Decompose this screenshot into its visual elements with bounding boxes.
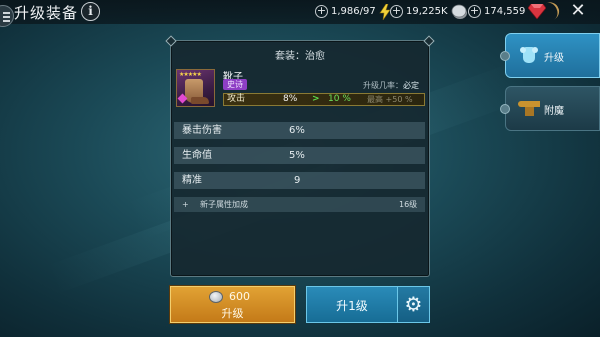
add-energy-button[interactable]: + (315, 5, 328, 18)
stat-label: 暴击伤害 (182, 125, 222, 136)
stat-row: 生命值 5% (174, 147, 425, 164)
page-title: 升级装备 (14, 4, 79, 22)
upgrade-chance: 升级几率：必定 (363, 81, 419, 90)
tab-enchant[interactable]: 附魔 (500, 86, 600, 131)
add-silver-button[interactable]: + (390, 5, 403, 18)
substat-bonus-label: 新子属性加成 (200, 200, 248, 209)
upgrade-label: 升级 (221, 307, 244, 320)
primary-stat-row: 攻击 8% > 10 % 最高 +50 % (223, 93, 425, 106)
stat-value: 5% (289, 150, 305, 161)
rarity-badge: 史诗 (223, 79, 247, 90)
armor-icon (520, 45, 538, 65)
plus-icon: + (182, 200, 189, 209)
energy-resource: + 1,986/97 (315, 3, 391, 20)
stat-label: 精准 (182, 175, 202, 186)
set-title: 套装：治愈 (275, 51, 325, 62)
gear-icon: ⚙ (404, 292, 423, 316)
substat-bonus-level: 16级 (399, 200, 418, 209)
primary-stat-max: 最高 +50 % (367, 95, 413, 104)
menu-button[interactable] (0, 5, 14, 27)
stat-label: 生命值 (182, 150, 212, 161)
lightning-icon (379, 3, 391, 20)
silver-coin-icon (451, 4, 467, 19)
substat-bonus-row: + 新子属性加成 16级 (174, 197, 425, 212)
level-up-label: 升1级 (336, 299, 368, 313)
upgrade-button[interactable]: 600 升级 (170, 286, 295, 323)
energy-value: 1,986/97 (331, 6, 376, 17)
tab-upgrade[interactable]: 升级 (500, 33, 600, 78)
tab-label: 附魔 (544, 106, 564, 117)
stat-row: 暴击伤害 6% (174, 122, 425, 139)
level-up-button[interactable]: 升1级 (306, 286, 398, 323)
tab-label: 升级 (544, 53, 564, 64)
silver-coin-icon (209, 291, 223, 303)
top-bar: 升级装备 i + 1,986/97 + 19,225K + 174,559 ✕ (0, 0, 600, 27)
stat-row: 精准 9 (174, 172, 425, 189)
anvil-icon (518, 101, 540, 117)
silver-value: 19,225K (406, 6, 448, 17)
upgrade-cost: 600 (229, 290, 250, 303)
item-thumbnail[interactable]: ★★★★★ (176, 69, 215, 107)
primary-stat-label: 攻击 (227, 94, 246, 104)
arrow-right-icon: > (312, 94, 320, 104)
gem-resource: + 174,559 (468, 3, 547, 20)
stat-value: 9 (294, 175, 301, 186)
info-button[interactable]: i (81, 2, 100, 21)
stat-value: 6% (289, 125, 305, 136)
level-settings-button[interactable]: ⚙ (398, 286, 430, 323)
equipment-panel: 套装：治愈 ★★★★★ 靴子 史诗 升级几率：必定 攻击 8% > 10 % 最… (170, 40, 430, 277)
primary-stat-next: 10 % (328, 94, 351, 104)
close-button[interactable]: ✕ (568, 0, 588, 22)
add-gems-button[interactable]: + (468, 5, 481, 18)
primary-stat-current: 8% (283, 94, 298, 104)
item-stars: ★★★★★ (179, 71, 202, 78)
gem-value: 174,559 (484, 6, 526, 17)
silver-resource: + 19,225K (390, 3, 468, 20)
upgrade-chance-value: 必定 (403, 81, 419, 90)
